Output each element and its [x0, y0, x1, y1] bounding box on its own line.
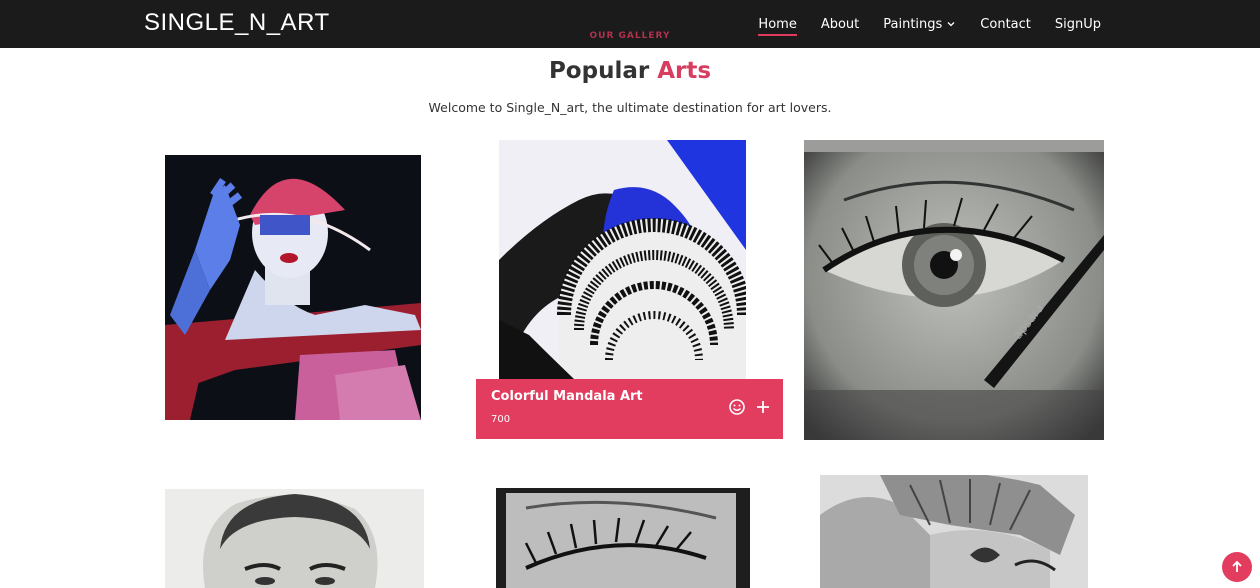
- lashes-drawing: [496, 488, 750, 588]
- section-title-main: Popular: [548, 58, 650, 84]
- eye-drawing: apsara: [804, 140, 1104, 440]
- nav-contact-label: Contact: [980, 16, 1031, 32]
- section-title: Popular Arts: [0, 58, 1260, 84]
- back-to-top-button[interactable]: [1222, 552, 1252, 582]
- woman-hat-painting: [165, 155, 421, 420]
- ganesha-drawing: [820, 475, 1088, 588]
- gallery-item-portrait[interactable]: [165, 489, 424, 588]
- nav-paintings-label: Paintings: [883, 16, 943, 32]
- smile-icon[interactable]: [728, 398, 746, 416]
- mandala-painting: [499, 140, 746, 379]
- plus-icon[interactable]: [754, 398, 772, 416]
- nav-signup-label: SignUp: [1054, 16, 1101, 32]
- gallery-item-eye[interactable]: apsara: [804, 140, 1104, 440]
- gallery-item-ganesha[interactable]: [820, 475, 1088, 588]
- chevron-down-icon: [947, 22, 955, 27]
- card-price: 700: [491, 414, 511, 425]
- gallery-item-mandala[interactable]: [499, 140, 746, 379]
- nav-home-label: Home: [758, 16, 797, 32]
- nav-about-label: About: [820, 16, 860, 32]
- active-art-card[interactable]: Colorful Mandala Art 700: [476, 379, 783, 439]
- section-title-accent: Arts: [657, 58, 712, 84]
- section-eyebrow: OUR GALLERY: [589, 31, 671, 41]
- portrait-drawing: [165, 489, 424, 588]
- card-title: Colorful Mandala Art: [491, 389, 643, 404]
- gallery-item-woman-hat[interactable]: [165, 155, 421, 420]
- arrow-up-icon: [1232, 560, 1242, 572]
- section-subtitle: Welcome to Single_N_art, the ultimate de…: [428, 100, 832, 115]
- gallery-item-lashes[interactable]: [496, 488, 750, 588]
